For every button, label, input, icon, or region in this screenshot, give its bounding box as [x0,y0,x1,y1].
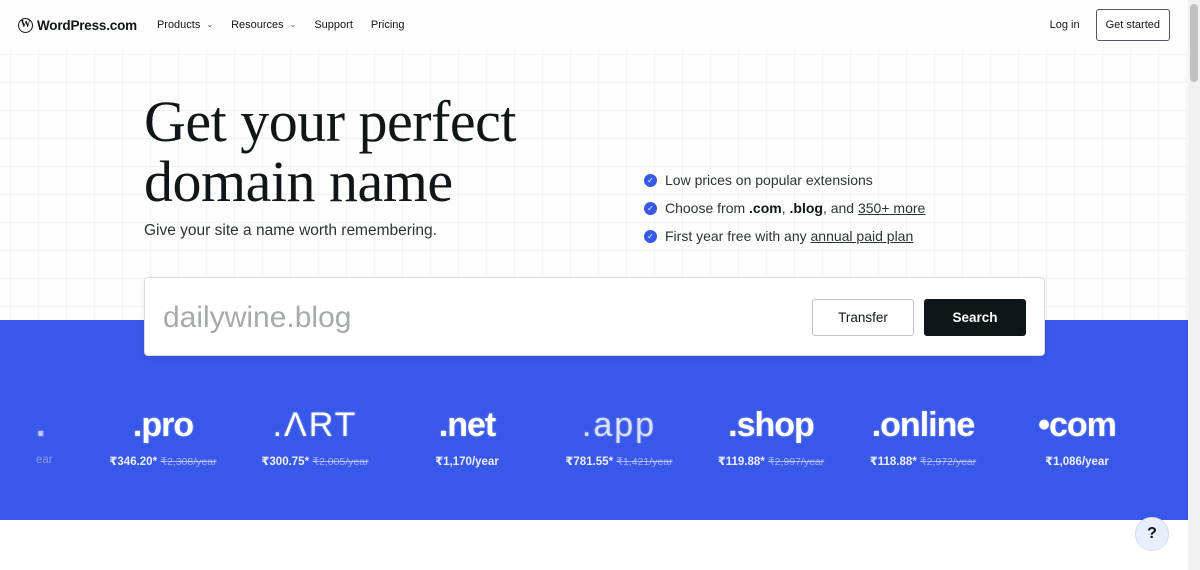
feature-text: Choose from .com, .blog, and 350+ more [665,200,926,216]
tld-old-price: ₹2,972/year [919,456,977,468]
page-scrollbar[interactable] [1188,0,1200,570]
tld-item-online: .online ₹118.88* ₹2,972/year [858,404,988,468]
tld-name: .pro [132,406,194,444]
domain-search-box: Transfer Search [144,277,1045,356]
bottom-section [0,520,1188,570]
chevron-down-icon: ⌄ [206,19,214,29]
chevron-down-icon: ⌄ [289,19,297,29]
nav-right: Log in Get started [1050,9,1170,41]
hero-subtitle: Give your site a name worth remembering. [144,222,437,239]
tld-item-shop: .shop ₹119.88* ₹2,997/year [706,404,836,468]
nav-products-label: Products [156,19,201,31]
help-button[interactable]: ? [1135,517,1169,551]
page-title: Get your perfect domain name [144,89,517,214]
domain-search-input[interactable] [163,298,763,338]
scrollbar-thumb[interactable] [1190,4,1198,82]
tld-item-com: •com ₹1,086/year [1012,404,1142,468]
annual-paid-plan-link[interactable]: annual paid plan [811,228,914,244]
top-nav: W WordPress.com Products ⌄ Resources ⌄ S… [0,0,1188,50]
tld-old-price: ₹2,308/year [160,456,217,468]
wordpress-logo[interactable]: W WordPress.com [18,17,137,33]
nav-pricing-label: Pricing [370,19,405,31]
feature-item: ✓ Choose from .com, .blog, and 350+ more [644,194,925,222]
nav-resources[interactable]: Resources ⌄ [231,19,296,31]
tld-item-partial: . ear [36,404,70,466]
logo-text: WordPress.com [37,17,137,33]
nav-pricing[interactable]: Pricing [371,19,405,31]
tld-item-art: .ΛRT ₹300.75* ₹2,005/year [250,404,380,468]
tld-price: ₹1,086/year [1045,456,1109,468]
tld-price: ₹346.20* ₹2,308/year [109,456,217,468]
check-circle-icon: ✓ [644,201,657,215]
wordpress-logo-icon: W [18,17,33,33]
tld-name: .online [871,406,976,444]
tld-item-net: .net ₹1,170/year [402,404,532,468]
tld-price: ₹1,170/year [435,456,499,468]
check-circle-icon: ✓ [644,229,657,243]
tld-name: .net [438,406,496,444]
tld-price: ₹119.88* ₹2,997/year [717,456,825,468]
tld-price: ₹781.55* ₹1,421/year [565,456,673,468]
tld-name: .shop [728,406,815,444]
tld-price-partial: ear [36,454,53,466]
tld-item-app: .app ₹781.55* ₹1,421/year [554,404,684,468]
check-circle-icon: ✓ [644,173,657,187]
nav-products[interactable]: Products ⌄ [157,19,213,31]
headline-line-1: Get your perfect [144,89,517,154]
search-button[interactable]: Search [924,299,1026,336]
nav-resources-label: Resources [231,19,284,31]
tld-old-price: ₹2,997/year [767,456,825,468]
tld-name: .app [581,406,657,444]
tld-price: ₹118.88* ₹2,972/year [869,456,977,468]
feature-text: Low prices on popular extensions [665,172,873,188]
nav-links: Products ⌄ Resources ⌄ Support Pricing [157,19,405,31]
feature-item: ✓ First year free with any annual paid p… [644,222,925,250]
feature-item: ✓ Low prices on popular extensions [644,166,925,194]
nav-support[interactable]: Support [314,19,353,31]
tld-old-price: ₹1,421/year [616,456,673,468]
tld-name: .ΛRT [272,406,358,444]
tld-name: •com [1038,406,1117,444]
tld-price: ₹300.75* ₹2,005/year [261,456,369,468]
nav-support-label: Support [314,19,353,31]
get-started-button[interactable]: Get started [1095,9,1170,41]
login-link[interactable]: Log in [1050,19,1080,31]
more-extensions-link[interactable]: 350+ more [858,200,925,216]
feature-text: First year free with any annual paid pla… [665,228,914,244]
tld-old-price: ₹2,005/year [312,456,369,468]
transfer-button[interactable]: Transfer [812,299,914,336]
tld-name-partial: . [36,406,45,444]
feature-list: ✓ Low prices on popular extensions ✓ Cho… [644,166,925,250]
extension-com: .com [749,200,782,216]
tld-item-pro: .pro ₹346.20* ₹2,308/year [98,404,228,468]
headline-line-2: domain name [144,149,453,214]
extension-blog: .blog [789,200,823,216]
